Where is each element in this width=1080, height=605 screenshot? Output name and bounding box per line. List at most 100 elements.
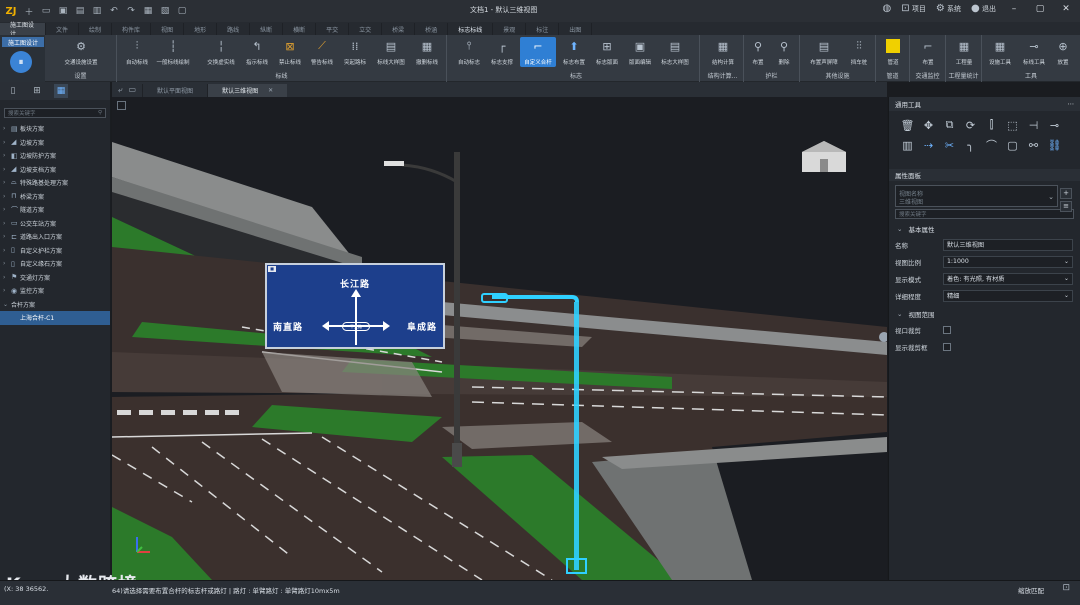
guide-marking-button[interactable]: ↰ 指示标线 <box>241 37 273 67</box>
tree-item[interactable]: ⌄ 合杆方案 <box>0 298 110 312</box>
tree-item[interactable]: › ▯ 自定义护栏方案 <box>0 244 110 258</box>
more-icon[interactable]: ⋯ <box>1068 100 1075 108</box>
view-name-field[interactable]: 默认三维视图 <box>943 238 1073 251</box>
close-button[interactable]: ✕ <box>1058 4 1074 14</box>
tab-annotate[interactable]: 标注 <box>526 23 560 35</box>
window-icon[interactable]: ▭ <box>128 85 136 94</box>
node-icon[interactable]: ⚯ <box>1023 137 1044 153</box>
sign-detail-button[interactable]: ▤ 标志大样图 <box>659 37 691 67</box>
design-mode-tab[interactable]: 施工图设计 <box>2 37 44 47</box>
sign-place-button[interactable]: ⬆ 标志布置 <box>558 37 590 67</box>
general-marking-button[interactable]: ┆ 一般标线绘制 <box>157 37 190 67</box>
zoom-fit-button[interactable]: 缩放匹配 <box>1018 585 1044 595</box>
tab-output[interactable]: 出图 <box>559 23 593 35</box>
zoom-icon[interactable]: ⊡ <box>1062 583 1070 593</box>
bollard-button[interactable]: ⫶⫶ 挡车桩 <box>844 37 874 66</box>
show-clipbox-checkbox[interactable] <box>943 342 951 351</box>
fillet-icon[interactable]: ╮ <box>960 137 981 153</box>
tab-culvert[interactable]: 桥涵 <box>415 23 449 35</box>
traffic-settings-button[interactable]: ⚙ 交通设施设置 <box>65 37 98 67</box>
forbid-marking-button[interactable]: ⊠ 禁止标线 <box>274 37 306 67</box>
tab-plan-view[interactable]: 默认平面视图 <box>142 84 207 97</box>
marking-detail-button[interactable]: ▤ 标线大样图 <box>375 37 407 67</box>
design-mode-icon[interactable]: ⏸ <box>10 51 32 73</box>
logout-menu[interactable]: ● 退出 <box>971 3 996 14</box>
face-edit-button[interactable]: ▣ 版面编辑 <box>624 37 656 67</box>
tab-bridge[interactable]: 桥梁 <box>382 23 416 35</box>
tab-profile[interactable]: 纵断 <box>250 23 284 35</box>
tab-library[interactable]: 构件库 <box>112 23 152 35</box>
tree-item[interactable]: › ▯ 自定义缘石方案 <box>0 257 110 271</box>
delete-icon[interactable]: 🗑 <box>897 117 918 133</box>
mirror-icon[interactable]: ⫿ <box>981 117 1002 133</box>
export-icon[interactable]: ▧ <box>158 4 172 18</box>
tree-item[interactable]: › ◢ 边坡方案 <box>0 136 110 150</box>
display-mode-select[interactable]: 着色: 有光照, 有材质 ⌄ <box>943 272 1073 285</box>
save-as-icon[interactable]: ▤ <box>73 4 87 18</box>
rotate-icon[interactable]: ⟳ <box>960 117 981 133</box>
tab-3d-view[interactable]: 默认三维视图 ✕ <box>207 84 288 97</box>
redo-icon[interactable]: ↷ <box>124 4 138 18</box>
layers-icon[interactable]: ▯ <box>6 84 20 98</box>
undo-icon[interactable]: ↶ <box>107 4 121 18</box>
tree-item[interactable]: › ◢ 边坡支档方案 <box>0 163 110 177</box>
tab-intersection[interactable]: 平交 <box>316 23 350 35</box>
basic-props-group[interactable]: ⌄ 基本属性 <box>889 222 1080 236</box>
pin-icon[interactable]: ⤶ <box>118 85 122 95</box>
view-scale-select[interactable]: 1:1000 ⌄ <box>943 255 1073 268</box>
tree-item-selected[interactable]: 上海合杆-C1 <box>0 311 110 325</box>
break-icon[interactable]: ✂ <box>939 137 960 153</box>
trim-icon[interactable]: ⊸ <box>1044 117 1065 133</box>
tree-icon[interactable]: ⊞ <box>30 84 44 98</box>
scale-icon[interactable]: ⬚ <box>1002 117 1023 133</box>
custom-pole-button[interactable]: ⌐ 自定义合杆 <box>520 37 556 67</box>
offset-icon[interactable]: ⊣ <box>1023 117 1044 133</box>
swap-dashed-button[interactable]: ╎ 交换虚实线 <box>205 37 237 67</box>
tab-design[interactable]: 施工图设计 <box>0 22 46 38</box>
noise-barrier-button[interactable]: ▤ 布置声屏障 <box>804 37 844 67</box>
place-button[interactable]: ⊕ 放置 <box>1048 37 1078 67</box>
auto-marking-button[interactable]: ⫶ 自动标线 <box>121 37 153 66</box>
tab-terrain[interactable]: 地形 <box>184 23 218 35</box>
line-tool-button[interactable]: ⊸ 标线工具 <box>1018 37 1050 67</box>
system-menu[interactable]: ⚙ 系统 <box>936 3 961 14</box>
link-icon[interactable]: ⛓ <box>1044 137 1065 153</box>
copy-icon[interactable]: ⧉ <box>939 117 960 133</box>
tree-item[interactable]: › ◧ 边坡防护方案 <box>0 149 110 163</box>
viewport-clip-checkbox[interactable] <box>943 325 951 334</box>
print-icon[interactable]: ▥ <box>90 4 104 18</box>
facility-tool-button[interactable]: ▦ 设施工具 <box>984 37 1016 67</box>
rail-delete-button[interactable]: ⚲ 删除 <box>770 37 798 67</box>
tree-item[interactable]: › ⌓ 特殊路基处理方案 <box>0 176 110 190</box>
align-icon[interactable]: ⇢ <box>918 137 939 153</box>
auto-sign-button[interactable]: ⫯ 自动标志 <box>453 37 485 66</box>
tab-interchange[interactable]: 立交 <box>349 23 383 35</box>
save-icon[interactable]: ▣ <box>56 4 70 18</box>
open-icon[interactable]: ▭ <box>39 4 53 18</box>
view-range-group[interactable]: ⌄ 视图范围 <box>889 307 1080 321</box>
sign-support-button[interactable]: ┌ 标志支撑 <box>486 37 518 67</box>
tab-cross-section[interactable]: 横断 <box>283 23 317 35</box>
add-view-button[interactable]: + <box>1060 188 1072 199</box>
sign-face-button[interactable]: ⊞ 标志版面 <box>591 37 623 67</box>
move-icon[interactable]: ✥ <box>918 117 939 133</box>
detail-level-select[interactable]: 精细 ⌄ <box>943 289 1073 302</box>
close-icon[interactable]: ✕ <box>268 87 273 94</box>
tree-item[interactable]: › ◉ 监控方案 <box>0 284 110 298</box>
3d-viewport[interactable]: ■ 长江路 南直路 阜成路 平安路 <box>112 97 887 580</box>
tree-item[interactable]: › ▤ 板块方案 <box>0 122 110 136</box>
property-search-input[interactable]: 搜索关键字 <box>895 209 1074 219</box>
view-type-select[interactable]: 视图名称 三维视图 ⌄ <box>895 185 1058 207</box>
list-view-button[interactable]: ≡ <box>1060 201 1072 212</box>
tab-view[interactable]: 视图 <box>151 23 185 35</box>
tab-signs[interactable]: 标志标线 <box>448 23 494 35</box>
tree-item[interactable]: › ⚑ 交通灯方案 <box>0 271 110 285</box>
globe-icon[interactable]: ◍ <box>882 3 891 14</box>
grid-icon[interactable]: ▦ <box>54 84 68 98</box>
pipe-button[interactable]: 管道 <box>877 37 909 66</box>
monitor-place-button[interactable]: ⌐ 布置 <box>912 37 944 67</box>
maximize-button[interactable]: ▢ <box>1032 4 1048 14</box>
rail-place-button[interactable]: ⚲ 布置 <box>744 37 772 67</box>
quantity-button[interactable]: ▦ 工程量 <box>948 37 980 67</box>
warning-marking-button[interactable]: ⟋ 警告标线 <box>306 37 338 66</box>
